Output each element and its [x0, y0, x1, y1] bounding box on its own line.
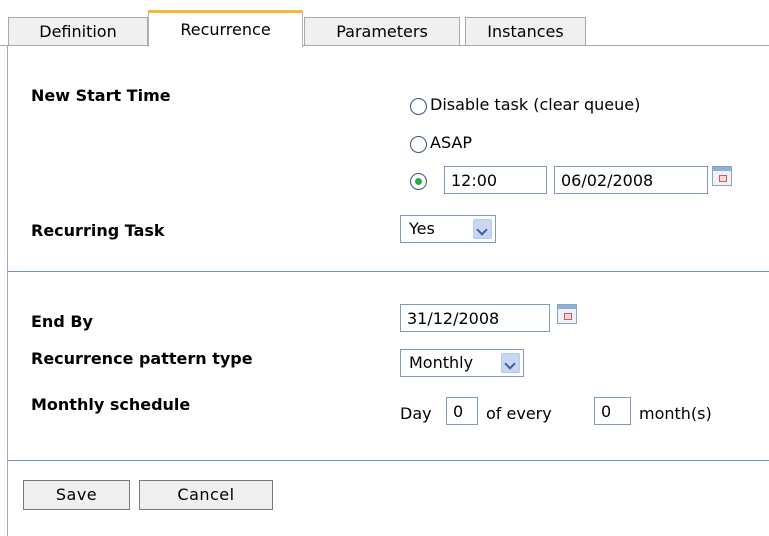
monthly-day-input[interactable] — [446, 397, 478, 425]
cancel-button[interactable]: Cancel — [139, 480, 273, 510]
recurring-task-value: Yes — [409, 219, 435, 238]
tab-recurrence[interactable]: Recurrence — [148, 10, 303, 47]
tab-bar: Definition Recurrence Parameters Instanc… — [0, 0, 769, 47]
calendar-icon[interactable] — [557, 304, 577, 324]
chevron-down-icon[interactable] — [501, 353, 520, 373]
monthly-schedule-label: Monthly schedule — [31, 395, 191, 414]
section-divider — [8, 460, 769, 461]
new-start-time-label: New Start Time — [31, 86, 171, 105]
tab-baseline-gap — [149, 45, 302, 46]
chevron-down-icon[interactable] — [473, 219, 492, 239]
monthly-month-input[interactable] — [594, 397, 631, 425]
radio-asap-label: ASAP — [430, 133, 472, 152]
monthly-month-suffix: month(s) — [639, 404, 712, 423]
radio-disable-task[interactable] — [410, 98, 427, 115]
radio-disable-task-label: Disable task (clear queue) — [430, 95, 641, 114]
recurring-task-select[interactable]: Yes — [400, 215, 496, 243]
recurring-task-label: Recurring Task — [31, 221, 165, 240]
tab-baseline — [0, 45, 769, 46]
tab-parameters[interactable]: Parameters — [304, 17, 460, 45]
panel-left-border — [7, 46, 8, 536]
start-time-input[interactable] — [444, 166, 547, 194]
recurrence-pattern-select[interactable]: Monthly — [400, 349, 524, 377]
radio-asap[interactable] — [410, 136, 427, 153]
tab-instances[interactable]: Instances — [465, 17, 586, 45]
monthly-day-prefix: Day — [400, 404, 432, 423]
recurrence-pattern-value: Monthly — [409, 353, 474, 372]
section-divider — [8, 271, 769, 272]
tab-definition[interactable]: Definition — [8, 17, 148, 45]
end-by-label: End By — [31, 312, 93, 331]
calendar-icon[interactable] — [712, 166, 732, 186]
monthly-every-text: of every — [486, 404, 552, 423]
start-date-input[interactable] — [554, 166, 708, 194]
end-by-date-input[interactable] — [400, 304, 550, 332]
recurrence-pattern-label: Recurrence pattern type — [31, 349, 253, 368]
save-button[interactable]: Save — [23, 480, 130, 510]
radio-specific-time[interactable] — [410, 173, 427, 190]
